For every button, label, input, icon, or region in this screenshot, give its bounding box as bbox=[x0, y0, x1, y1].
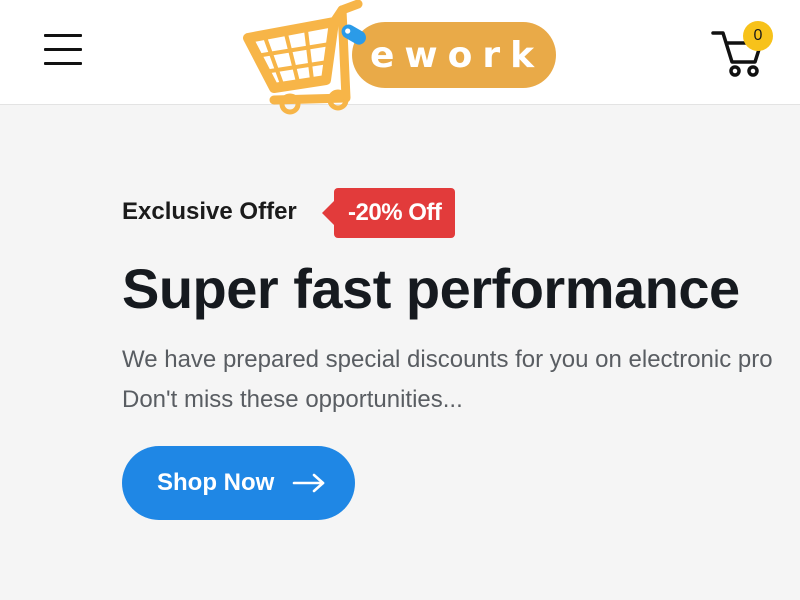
cart-count-badge: 0 bbox=[743, 21, 773, 51]
hero-section: Exclusive Offer -20% Off Super fast perf… bbox=[122, 186, 800, 520]
offer-row: Exclusive Offer -20% Off bbox=[122, 186, 800, 238]
site-header: ework 0 bbox=[0, 0, 800, 115]
arrow-right-icon bbox=[292, 473, 325, 493]
menu-line bbox=[44, 48, 82, 51]
menu-line bbox=[44, 62, 82, 65]
shop-now-button[interactable]: Shop Now bbox=[122, 446, 355, 520]
hero-description: We have prepared special discounts for y… bbox=[122, 340, 800, 420]
hero-description-line: Don't miss these opportunities... bbox=[122, 386, 463, 413]
cart-button[interactable]: 0 bbox=[710, 20, 780, 80]
shopping-cart-logo-icon bbox=[243, 0, 366, 115]
discount-badge: -20% Off bbox=[321, 188, 456, 238]
hero-title: Super fast performance bbox=[122, 257, 740, 320]
menu-line bbox=[44, 34, 82, 37]
offer-label: Exclusive Offer bbox=[122, 198, 297, 225]
hamburger-menu-icon[interactable] bbox=[44, 34, 82, 68]
hero-description-line: We have prepared special discounts for y… bbox=[122, 346, 773, 373]
logo-text: ework bbox=[370, 35, 545, 76]
site-logo[interactable]: ework bbox=[242, 0, 560, 118]
page: ework 0 Exclusive Offer -20% Off Super f… bbox=[0, 0, 800, 600]
shop-now-label: Shop Now bbox=[157, 469, 275, 496]
